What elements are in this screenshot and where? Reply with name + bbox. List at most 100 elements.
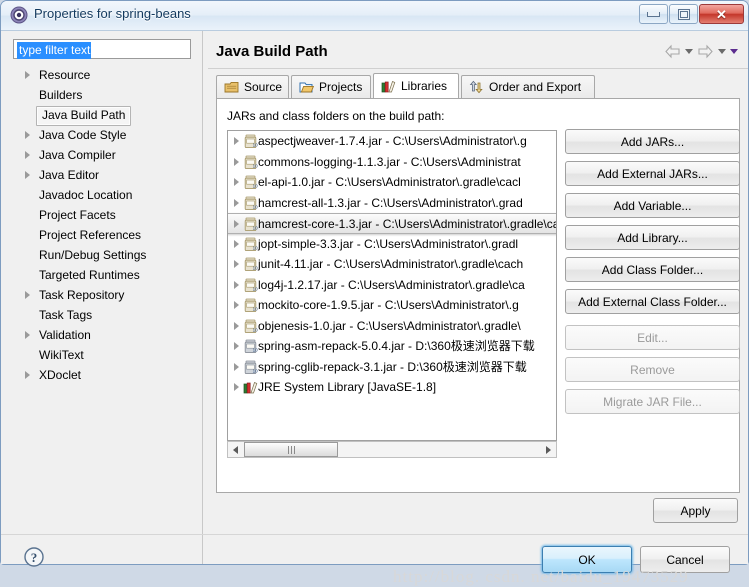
list-item[interactable]: 10 mockito-core-1.9.5.jar - C:\Users\Admi…: [228, 295, 556, 316]
expand-arrow-icon[interactable]: [25, 331, 30, 339]
sidebar-item-builders[interactable]: Builders: [13, 85, 199, 105]
svg-text:10: 10: [253, 245, 258, 250]
list-item[interactable]: 10 hamcrest-all-1.3.jar - C:\Users\Admini…: [228, 193, 556, 214]
add-external-jars-button[interactable]: Add External JARs...: [565, 161, 740, 186]
sidebar-item-wikitext[interactable]: WikiText: [13, 345, 199, 365]
expand-arrow-icon[interactable]: [25, 291, 30, 299]
back-arrow-icon[interactable]: [664, 44, 681, 59]
list-item-label: hamcrest-core-1.3.jar - C:\Users\Adminis…: [258, 217, 556, 231]
window-controls: ✕: [639, 4, 744, 26]
list-item[interactable]: 10 commons-logging-1.1.3.jar - C:\Users\A…: [228, 152, 556, 173]
add-external-class-folder-button[interactable]: Add External Class Folder...: [565, 289, 740, 314]
list-item[interactable]: 10 el-api-1.0.jar - C:\Users\Administrato…: [228, 172, 556, 193]
expand-arrow-icon[interactable]: [234, 157, 239, 166]
sidebar-item-task-tags[interactable]: Task Tags: [13, 305, 199, 325]
sidebar-item-label: WikiText: [39, 348, 84, 362]
tab-label: Projects: [319, 80, 363, 94]
expand-arrow-icon[interactable]: [25, 171, 30, 179]
expand-arrow-icon[interactable]: [234, 383, 239, 391]
settings-page: Java Build Path Source Projects Librarie…: [208, 31, 748, 564]
expand-arrow-icon[interactable]: [234, 260, 239, 268]
expand-arrow-icon[interactable]: [234, 239, 239, 248]
expand-arrow-icon[interactable]: [234, 301, 239, 309]
forward-arrow-icon[interactable]: [697, 44, 714, 59]
tab-libraries[interactable]: Libraries: [373, 73, 459, 98]
scrollbar-thumb[interactable]: [244, 442, 338, 457]
svg-text:10: 10: [253, 184, 258, 189]
sidebar-item-label: XDoclet: [39, 368, 82, 382]
expand-arrow-icon[interactable]: [25, 371, 30, 379]
jar-icon: 10: [243, 278, 258, 293]
back-dropdown-caret-icon[interactable]: [685, 49, 693, 54]
add-library-button[interactable]: Add Library...: [565, 225, 740, 250]
tab-order-and-export[interactable]: Order and Export: [461, 75, 595, 98]
sidebar-item-java-compiler[interactable]: Java Compiler: [13, 145, 199, 165]
button-label: Edit...: [637, 330, 668, 345]
expand-arrow-icon[interactable]: [234, 198, 239, 207]
page-navigation: [664, 44, 738, 59]
apply-button[interactable]: Apply: [653, 498, 738, 523]
expand-arrow-icon[interactable]: [234, 137, 239, 145]
sidebar-item-javadoc-location[interactable]: Javadoc Location: [13, 185, 199, 205]
filter-input[interactable]: type filter text: [13, 39, 191, 59]
sidebar-item-task-repository[interactable]: Task Repository: [13, 285, 199, 305]
maximize-button[interactable]: [669, 4, 698, 24]
sidebar-item-project-facets[interactable]: Project Facets: [13, 205, 199, 225]
expand-arrow-icon[interactable]: [234, 280, 239, 289]
expand-arrow-icon[interactable]: [234, 362, 239, 371]
list-item-label: spring-cglib-repack-3.1.jar - D:\360极速浏览…: [258, 359, 527, 374]
libraries-list[interactable]: 10 aspectjweaver-1.7.4.jar - C:\Users\Adm…: [227, 130, 557, 441]
expand-arrow-icon[interactable]: [234, 178, 239, 186]
expand-arrow-icon[interactable]: [25, 71, 30, 79]
sidebar-item-project-references[interactable]: Project References: [13, 225, 199, 245]
list-item[interactable]: JRE System Library [JavaSE-1.8]: [228, 377, 556, 398]
expand-arrow-icon[interactable]: [234, 342, 239, 350]
close-button[interactable]: ✕: [699, 4, 744, 24]
expand-arrow-icon[interactable]: [25, 151, 30, 159]
jar-icon: 10: [243, 175, 258, 190]
sidebar-item-label: Builders: [39, 88, 83, 102]
svg-text:10: 10: [253, 348, 258, 353]
expand-arrow-icon[interactable]: [234, 220, 239, 228]
sidebar-item-validation[interactable]: Validation: [13, 325, 199, 345]
sidebar-item-java-code-style[interactable]: Java Code Style: [13, 125, 199, 145]
view-menu-caret-icon[interactable]: [730, 49, 738, 54]
title-divider: [208, 68, 748, 69]
sidebar-item-label: Java Editor: [39, 168, 100, 182]
jar-alt-icon: 10: [243, 339, 258, 354]
jar-icon: 10: [243, 237, 258, 252]
list-item-label: aspectjweaver-1.7.4.jar - C:\Users\Admin…: [258, 134, 527, 148]
add-class-folder-button[interactable]: Add Class Folder...: [565, 257, 740, 282]
edit-button: Edit...: [565, 325, 740, 350]
list-item[interactable]: 10 hamcrest-core-1.3.jar - C:\Users\Admin…: [228, 213, 556, 234]
button-label: Add Variable...: [613, 198, 692, 213]
sidebar-item-label: Task Repository: [39, 288, 125, 302]
source-package-icon: [224, 80, 239, 94]
sidebar-item-targeted-runtimes[interactable]: Targeted Runtimes: [13, 265, 199, 285]
forward-dropdown-caret-icon[interactable]: [718, 49, 726, 54]
list-item[interactable]: 10 junit-4.11.jar - C:\Users\Administrato…: [228, 254, 556, 275]
minimize-button[interactable]: [639, 4, 668, 24]
sidebar-item-xdoclet[interactable]: XDoclet: [13, 365, 199, 385]
list-item[interactable]: 10 log4j-1.2.17.jar - C:\Users\Administra…: [228, 275, 556, 296]
button-label: Remove: [630, 362, 675, 377]
scroll-right-icon[interactable]: [541, 442, 556, 457]
scroll-left-icon[interactable]: [228, 442, 243, 457]
add-variable-button[interactable]: Add Variable...: [565, 193, 740, 218]
list-item[interactable]: 10 aspectjweaver-1.7.4.jar - C:\Users\Adm…: [228, 131, 556, 152]
add-jars-button[interactable]: Add JARs...: [565, 129, 740, 154]
tab-projects[interactable]: Projects: [291, 75, 371, 98]
horizontal-scrollbar[interactable]: [227, 441, 557, 458]
list-item[interactable]: 10 spring-asm-repack-5.0.4.jar - D:\360极速…: [228, 336, 556, 357]
expand-arrow-icon[interactable]: [234, 321, 239, 330]
sidebar-item-run-debug-settings[interactable]: Run/Debug Settings: [13, 245, 199, 265]
sidebar-item-resource[interactable]: Resource: [13, 65, 199, 85]
sidebar-item-java-build-path[interactable]: Java Build Path: [13, 105, 199, 126]
list-item-label: objenesis-1.0.jar - C:\Users\Administrat…: [258, 318, 521, 333]
list-item[interactable]: 10 objenesis-1.0.jar - C:\Users\Administr…: [228, 316, 556, 337]
sidebar-item-java-editor[interactable]: Java Editor: [13, 165, 199, 185]
list-item[interactable]: 10 spring-cglib-repack-3.1.jar - D:\360极速…: [228, 357, 556, 378]
expand-arrow-icon[interactable]: [25, 131, 30, 139]
list-item[interactable]: 10 jopt-simple-3.3.jar - C:\Users\Adminis…: [228, 234, 556, 255]
tab-source[interactable]: Source: [216, 75, 289, 98]
